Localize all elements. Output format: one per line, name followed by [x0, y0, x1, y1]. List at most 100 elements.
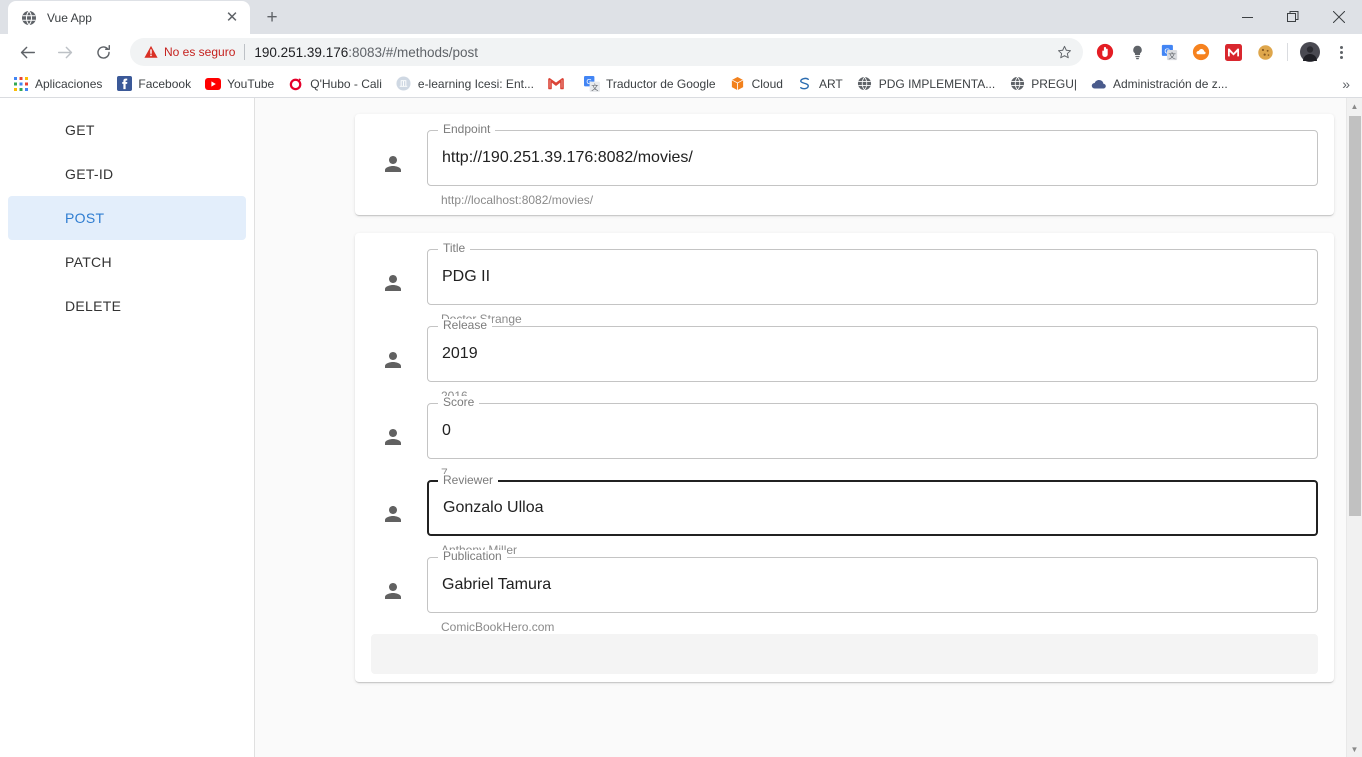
svg-text:文: 文 — [1168, 50, 1176, 60]
person-icon — [381, 348, 405, 372]
endpoint-field-wrap: Endpoint http://190.251.39.176:8082/movi… — [427, 123, 1318, 207]
apps-grid-icon — [13, 76, 29, 92]
avatar[interactable] — [1297, 39, 1323, 65]
page-viewport: GET GET-ID POST PATCH DELETE Endpoint ht… — [0, 98, 1362, 757]
adblock-extension-icon[interactable] — [1092, 39, 1118, 65]
score-input[interactable]: Score 0 — [427, 396, 1318, 459]
movie-form-card: Title PDG II Doctor Strange Releas — [355, 233, 1334, 682]
svg-text:文: 文 — [591, 83, 598, 92]
facebook-icon — [116, 76, 132, 92]
bookmark-apps[interactable]: Aplicaciones — [6, 73, 109, 95]
reviewer-input[interactable]: Reviewer Gonzalo Ulloa — [427, 474, 1318, 536]
person-icon — [381, 502, 405, 526]
sidebar-item-post[interactable]: POST — [8, 196, 246, 240]
bookmark-art[interactable]: ART — [790, 73, 850, 95]
title-field-wrap: Title PDG II Doctor Strange — [427, 242, 1318, 326]
release-input[interactable]: Release 2019 — [427, 319, 1318, 382]
sidebar-item-get[interactable]: GET — [8, 108, 246, 152]
bookmark-gmail[interactable] — [541, 73, 577, 95]
google-translate-extension-icon[interactable]: G文 — [1156, 39, 1182, 65]
scroll-down-arrow-icon[interactable]: ▼ — [1347, 741, 1362, 757]
sidebar-item-label: GET-ID — [65, 166, 114, 182]
browser-tab[interactable]: Vue App ✕ — [8, 1, 250, 34]
person-icon — [381, 271, 405, 295]
sidebar-item-label: POST — [65, 210, 105, 226]
sidebar-item-get-id[interactable]: GET-ID — [8, 152, 246, 196]
orange-cloud-extension-icon[interactable] — [1188, 39, 1214, 65]
cookie-extension-icon[interactable] — [1252, 39, 1278, 65]
maximize-icon[interactable] — [1270, 0, 1316, 34]
content-inner: Endpoint http://190.251.39.176:8082/movi… — [255, 98, 1362, 682]
bookmark-elearning-icesi[interactable]: e-learning Icesi: Ent... — [389, 73, 541, 95]
youtube-icon — [205, 76, 222, 92]
bookmark-label: Facebook — [138, 76, 192, 91]
release-helper-text: 2016 — [427, 382, 1318, 403]
score-field-row: Score 0 7 — [371, 396, 1318, 480]
bookmark-pregu[interactable]: PREGU| — [1002, 73, 1084, 95]
reviewer-field-wrap: Reviewer Gonzalo Ulloa Anthony Miller — [427, 474, 1318, 557]
cloud-box-icon — [730, 76, 746, 92]
gmail-icon — [548, 76, 564, 92]
globe-icon — [1009, 76, 1025, 92]
endpoint-field-row: Endpoint http://190.251.39.176:8082/movi… — [371, 123, 1318, 207]
chrome-menu-icon[interactable] — [1328, 39, 1354, 65]
score-field-wrap: Score 0 7 — [427, 396, 1318, 480]
bookmark-star-icon[interactable] — [1051, 39, 1077, 65]
title-helper-text: Doctor Strange — [441, 312, 522, 326]
new-tab-button[interactable]: + — [258, 3, 286, 31]
bookmark-label: PREGU| — [1031, 76, 1077, 91]
mega-extension-icon[interactable] — [1220, 39, 1246, 65]
lightbulb-extension-icon[interactable] — [1124, 39, 1150, 65]
close-window-icon[interactable] — [1316, 0, 1362, 34]
title-value: PDG II — [442, 268, 491, 285]
bookmarks-bar: Aplicaciones Facebook YouTube Q'Hubo - C… — [0, 70, 1362, 98]
art-icon — [797, 76, 813, 92]
bookmark-facebook[interactable]: Facebook — [109, 73, 198, 95]
endpoint-value: http://190.251.39.176:8082/movies/ — [442, 149, 693, 166]
bookmark-label: Cloud — [751, 76, 783, 91]
sidebar-item-label: PATCH — [65, 254, 112, 270]
methods-sidebar: GET GET-ID POST PATCH DELETE — [0, 98, 255, 757]
publication-label: Publication — [438, 550, 507, 562]
endpoint-input[interactable]: Endpoint http://190.251.39.176:8082/movi… — [427, 123, 1318, 186]
sidebar-item-label: DELETE — [65, 298, 122, 314]
release-label: Release — [438, 319, 493, 331]
bookmark-cloud[interactable]: Cloud — [723, 73, 790, 95]
bookmark-label: e-learning Icesi: Ent... — [417, 76, 534, 91]
scrollbar-thumb[interactable] — [1349, 116, 1361, 516]
page-scrollbar[interactable]: ▲ ▼ — [1346, 98, 1362, 757]
bookmarks-overflow-button[interactable]: » — [1336, 76, 1356, 92]
window-controls — [1224, 0, 1362, 34]
bookmark-administracion-de-z[interactable]: Administración de z... — [1084, 73, 1235, 95]
tab-title: Vue App — [47, 10, 92, 25]
title-field-row: Title PDG II Doctor Strange — [371, 242, 1318, 326]
score-label: Score — [438, 396, 480, 408]
sidebar-item-delete[interactable]: DELETE — [8, 284, 246, 328]
publication-field-wrap: Publication Gabriel Tamura ComicBookHero… — [427, 550, 1318, 634]
omnibox-divider — [244, 44, 246, 60]
publication-field-row: Publication Gabriel Tamura ComicBookHero… — [371, 550, 1318, 634]
forward-icon[interactable] — [51, 38, 79, 66]
bookmark-label: Traductor de Google — [605, 76, 716, 91]
bookmark-pdg-implementa[interactable]: PDG IMPLEMENTA... — [850, 73, 1002, 95]
bookmark-label: Aplicaciones — [35, 76, 103, 91]
bookmark-qhubo[interactable]: Q'Hubo - Cali — [281, 73, 389, 95]
minimize-icon[interactable] — [1224, 0, 1270, 34]
close-icon[interactable]: ✕ — [222, 8, 242, 28]
address-bar[interactable]: No es seguro 190.251.39.176:8083/#/metho… — [130, 38, 1083, 66]
scroll-up-arrow-icon[interactable]: ▲ — [1347, 98, 1362, 114]
release-field-row: Release 2019 2016 — [371, 319, 1318, 403]
publication-input[interactable]: Publication Gabriel Tamura — [427, 550, 1318, 613]
reload-icon[interactable] — [89, 38, 117, 66]
qhubo-icon — [288, 76, 304, 92]
bookmark-google-translate[interactable]: G文 Traductor de Google — [577, 73, 723, 95]
reviewer-label: Reviewer — [438, 474, 499, 486]
back-icon[interactable] — [13, 38, 41, 66]
bookmark-label: YouTube — [227, 76, 275, 91]
sidebar-item-patch[interactable]: PATCH — [8, 240, 246, 284]
not-secure-warning-icon — [144, 45, 158, 59]
bookmark-youtube[interactable]: YouTube — [198, 73, 281, 95]
bookmark-label: PDG IMPLEMENTA... — [878, 76, 996, 91]
title-input[interactable]: Title PDG II — [427, 242, 1318, 305]
security-status-label: No es seguro — [164, 45, 236, 59]
